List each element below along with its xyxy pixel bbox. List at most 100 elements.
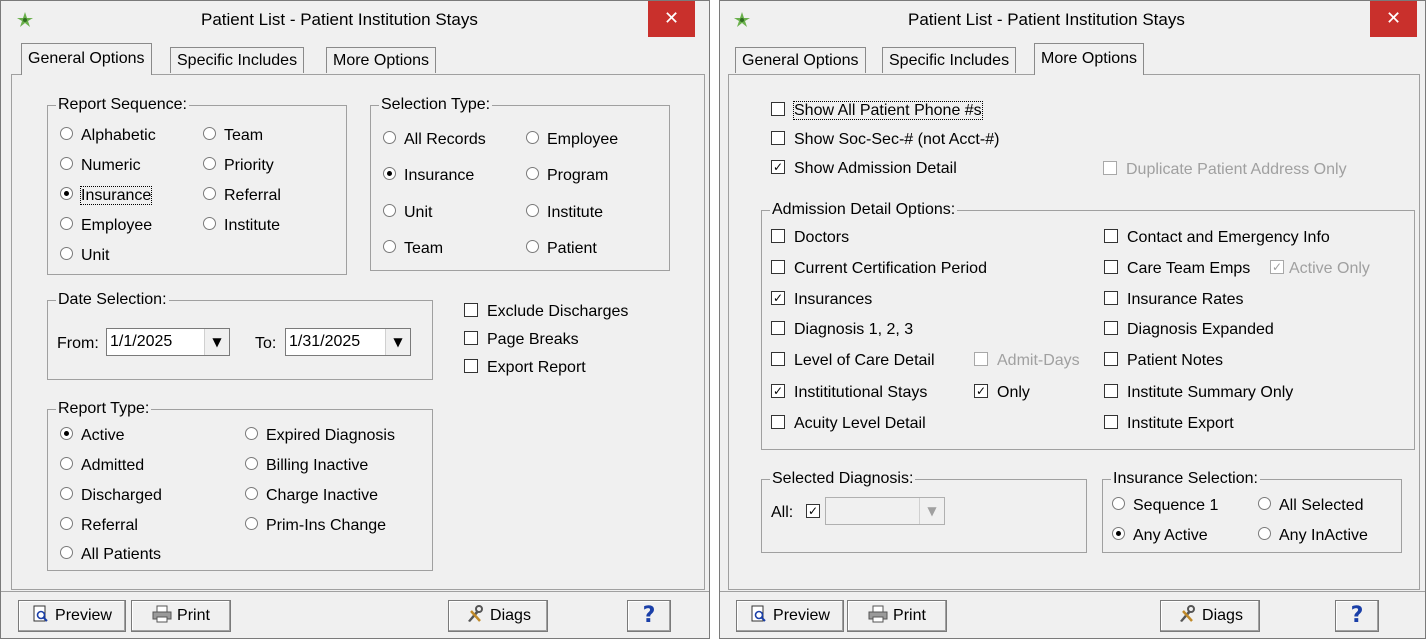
admit-days-checkbox[interactable]: Admit-Days (974, 351, 1080, 370)
radio-sequence-1[interactable]: Sequence 1 (1112, 497, 1218, 515)
level-of-care-checkbox[interactable]: Level of Care Detail (771, 351, 935, 370)
app-icon (17, 12, 33, 27)
radio-any-inactive[interactable]: Any InActive (1258, 527, 1368, 545)
close-icon[interactable]: ✕ (648, 1, 695, 37)
export-report-checkbox[interactable]: Export Report (464, 358, 586, 377)
preview-icon (751, 605, 766, 622)
group-title: Admission Detail Options: (770, 201, 958, 219)
report-sequence-group: Report Sequence: Alphabetic Numeric Insu… (47, 96, 347, 275)
institute-export-checkbox[interactable]: Institute Export (1104, 414, 1234, 433)
diagnosis-expanded-checkbox[interactable]: Diagnosis Expanded (1104, 320, 1274, 339)
from-label: From: (57, 335, 99, 352)
radio-employee[interactable]: Employee (526, 131, 618, 149)
insurance-rates-checkbox[interactable]: Insurance Rates (1104, 290, 1244, 309)
radio-charge-inactive[interactable]: Charge Inactive (245, 487, 378, 505)
group-title: Report Sequence: (56, 96, 189, 114)
institutional-stays-checkbox[interactable]: ✓ Instititutional Stays (771, 383, 927, 402)
group-title: Insurance Selection: (1111, 470, 1260, 488)
to-date-dropdown[interactable]: 1/31/2025 ▼ (285, 328, 411, 356)
radio-unit[interactable]: Unit (60, 247, 109, 265)
radio-institute[interactable]: Institute (203, 217, 280, 235)
selected-diagnosis-group: Selected Diagnosis: All: ✓ ▼ (761, 470, 1087, 553)
acuity-level-checkbox[interactable]: Acuity Level Detail (771, 414, 926, 433)
show-soc-sec-checkbox[interactable]: Show Soc-Sec-# (not Acct-#) (771, 130, 999, 149)
window-title: Patient List - Patient Institution Stays (908, 10, 1185, 29)
diagnosis-checkbox[interactable]: Diagnosis 1, 2, 3 (771, 320, 913, 339)
insurances-checkbox[interactable]: ✓ Insurances (771, 290, 872, 309)
admission-detail-group: Admission Detail Options: Doctors Curren… (761, 201, 1415, 450)
radio-priority[interactable]: Priority (203, 157, 274, 175)
group-title: Selected Diagnosis: (770, 470, 916, 488)
show-all-phone-checkbox[interactable]: Show All Patient Phone #s (771, 101, 983, 120)
tab-general-options[interactable]: General Options (735, 47, 866, 73)
selection-type-group: Selection Type: All Records Insurance Un… (370, 96, 670, 271)
diagnosis-dropdown[interactable]: ▼ (825, 497, 945, 525)
chevron-down-icon[interactable]: ▼ (919, 498, 944, 524)
report-type-group: Report Type: Active Admitted Discharged … (47, 400, 433, 571)
radio-any-active[interactable]: Any Active (1112, 527, 1208, 545)
group-title: Selection Type: (379, 96, 493, 114)
show-admission-detail-checkbox[interactable]: ✓ Show Admission Detail (771, 159, 957, 178)
radio-program[interactable]: Program (526, 167, 608, 185)
app-icon (734, 12, 750, 27)
doctors-checkbox[interactable]: Doctors (771, 228, 849, 247)
radio-billing-inactive[interactable]: Billing Inactive (245, 457, 368, 475)
preview-button[interactable]: Preview (18, 600, 126, 632)
tab-general-options[interactable]: General Options (21, 43, 152, 75)
tab-specific-includes[interactable]: Specific Includes (170, 47, 305, 73)
radio-team[interactable]: Team (383, 240, 443, 258)
title-bar[interactable]: Patient List - Patient Institution Stays… (1, 1, 709, 41)
help-button[interactable]: ? (1335, 600, 1379, 632)
radio-referral[interactable]: Referral (60, 517, 138, 535)
date-selection-group: Date Selection: From: 1/1/2025 ▼ To: 1/3… (47, 291, 433, 380)
radio-institute[interactable]: Institute (526, 204, 603, 222)
radio-all-selected[interactable]: All Selected (1258, 497, 1364, 515)
radio-discharged[interactable]: Discharged (60, 487, 162, 505)
print-button[interactable]: Print (131, 600, 231, 632)
duplicate-address-checkbox[interactable]: Duplicate Patient Address Only (1103, 160, 1347, 179)
print-button[interactable]: Print (847, 600, 947, 632)
radio-alphabetic[interactable]: Alphabetic (60, 127, 156, 145)
certification-period-checkbox[interactable]: Current Certification Period (771, 259, 987, 278)
tab-specific-includes[interactable]: Specific Includes (882, 47, 1017, 73)
radio-all-patients[interactable]: All Patients (60, 546, 161, 564)
radio-expired-diagnosis[interactable]: Expired Diagnosis (245, 427, 395, 445)
right-dialog-window: Patient List - Patient Institution Stays… (719, 0, 1426, 639)
to-label: To: (255, 335, 277, 352)
close-icon[interactable]: ✕ (1370, 1, 1417, 37)
chevron-down-icon[interactable]: ▼ (385, 329, 410, 355)
page-breaks-checkbox[interactable]: Page Breaks (464, 330, 579, 349)
patient-notes-checkbox[interactable]: Patient Notes (1104, 351, 1223, 370)
preview-button[interactable]: Preview (736, 600, 844, 632)
radio-patient[interactable]: Patient (526, 240, 597, 258)
diags-button[interactable]: Diags (1160, 600, 1260, 632)
help-button[interactable]: ? (627, 600, 671, 632)
active-only-checkbox[interactable]: ✓ Active Only (1270, 259, 1370, 278)
radio-team[interactable]: Team (203, 127, 263, 145)
printer-icon (868, 605, 888, 623)
radio-admitted[interactable]: Admitted (60, 457, 144, 475)
printer-icon (152, 605, 172, 623)
title-bar[interactable]: Patient List - Patient Institution Stays… (720, 1, 1425, 41)
radio-unit[interactable]: Unit (383, 204, 432, 222)
from-date-dropdown[interactable]: 1/1/2025 ▼ (106, 328, 230, 356)
window-title: Patient List - Patient Institution Stays (201, 10, 478, 29)
institute-summary-checkbox[interactable]: Institute Summary Only (1104, 383, 1293, 402)
care-team-emps-checkbox[interactable]: Care Team Emps (1104, 259, 1250, 278)
radio-referral[interactable]: Referral (203, 187, 281, 205)
radio-active[interactable]: Active (60, 427, 125, 445)
only-checkbox[interactable]: ✓ Only (974, 383, 1030, 402)
tab-more-options[interactable]: More Options (1034, 43, 1145, 75)
tab-more-options[interactable]: More Options (326, 47, 437, 73)
radio-prim-ins-change[interactable]: Prim-Ins Change (245, 517, 386, 535)
radio-insurance[interactable]: Insurance (383, 167, 474, 185)
radio-insurance[interactable]: Insurance (60, 186, 153, 205)
radio-all-records[interactable]: All Records (383, 131, 486, 149)
radio-numeric[interactable]: Numeric (60, 157, 141, 175)
exclude-discharges-checkbox[interactable]: Exclude Discharges (464, 302, 628, 321)
insurance-selection-group: Insurance Selection: Sequence 1 All Sele… (1102, 470, 1402, 553)
radio-employee[interactable]: Employee (60, 217, 152, 235)
diags-button[interactable]: Diags (448, 600, 548, 632)
contact-emergency-checkbox[interactable]: Contact and Emergency Info (1104, 228, 1330, 247)
chevron-down-icon[interactable]: ▼ (204, 329, 229, 355)
